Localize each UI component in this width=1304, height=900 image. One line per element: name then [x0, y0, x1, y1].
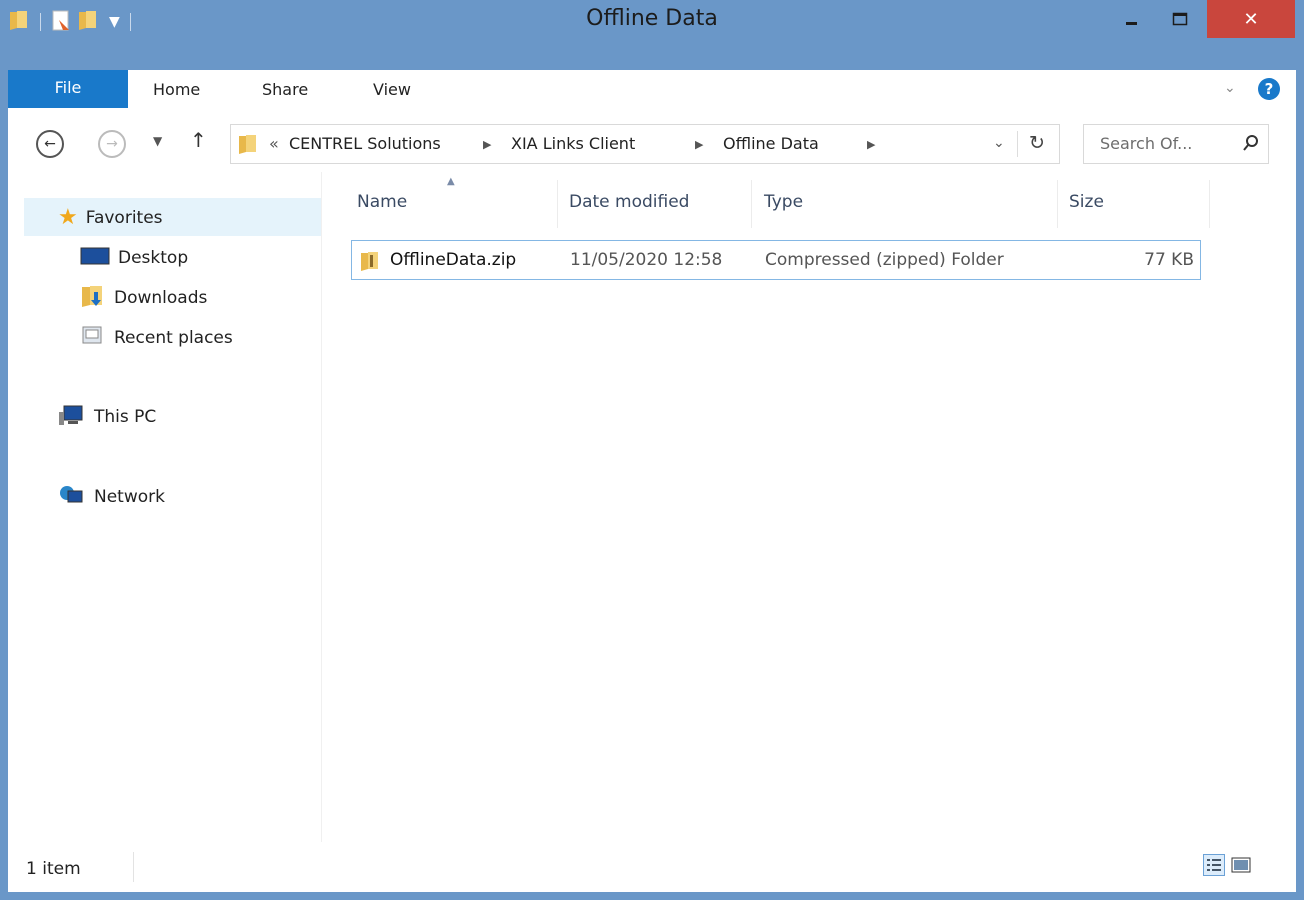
large-icons-view-button[interactable] — [1230, 854, 1252, 876]
downloads-icon — [80, 284, 106, 313]
ribbon-tabs: File Home Share View ⌄ ? — [8, 70, 1296, 111]
refresh-icon[interactable]: ↻ — [1029, 132, 1045, 154]
nav-downloads[interactable]: Downloads — [80, 283, 207, 313]
maximize-button[interactable] — [1155, 0, 1205, 38]
address-dropdown-icon[interactable]: ⌄ — [993, 135, 1005, 151]
table-row[interactable]: OfflineData.zip 11/05/2020 12:58 Compres… — [351, 240, 1201, 280]
breadcrumb-separator-icon[interactable]: ▶ — [867, 138, 875, 151]
tab-share[interactable]: Share — [262, 70, 308, 110]
nav-network[interactable]: Network — [58, 482, 165, 512]
explorer-window: ▼ Offline Data ✕ File Home Share View ⌄ … — [0, 0, 1304, 900]
column-header-size[interactable]: Size — [1069, 192, 1104, 212]
file-list: ▲ Name Date modified Type Size OfflineDa… — [321, 172, 1296, 842]
recent-locations-icon[interactable]: ▼ — [153, 134, 162, 148]
status-divider — [133, 852, 134, 882]
status-bar: 1 item — [8, 842, 1296, 892]
column-divider[interactable] — [1057, 180, 1058, 228]
close-button[interactable]: ✕ — [1207, 0, 1295, 38]
desktop-icon — [80, 246, 110, 271]
breadcrumb-centrel-solutions[interactable]: CENTREL Solutions — [289, 134, 441, 153]
details-view-icon — [1207, 859, 1221, 871]
tab-file[interactable]: File — [8, 70, 128, 108]
back-arrow-icon: ← — [44, 136, 56, 152]
breadcrumb-separator-icon[interactable]: ▶ — [695, 138, 703, 151]
search-input[interactable]: Search Of... — [1100, 134, 1192, 153]
navigation-bar: ← → ▼ ↑ « CENTREL Solutions ▶ XIA Links … — [8, 110, 1296, 172]
search-icon[interactable] — [1242, 133, 1260, 157]
address-bar[interactable]: « CENTREL Solutions ▶ XIA Links Client ▶… — [230, 124, 1060, 164]
column-divider[interactable] — [557, 180, 558, 228]
file-type: Compressed (zipped) Folder — [765, 250, 1004, 270]
nav-network-label: Network — [94, 487, 165, 507]
file-size: 77 KB — [1144, 250, 1194, 270]
search-box[interactable]: Search Of... — [1083, 124, 1269, 164]
nav-recent-places-label: Recent places — [114, 328, 233, 348]
minimize-button[interactable] — [1109, 0, 1155, 38]
forward-arrow-icon: → — [106, 136, 118, 152]
file-date-modified: 11/05/2020 12:58 — [570, 250, 723, 270]
nav-favorites[interactable]: ★ Favorites — [58, 203, 163, 233]
close-icon: ✕ — [1243, 8, 1259, 30]
content-area: ★ Favorites Desktop Downloads Recent pla… — [8, 172, 1296, 842]
column-divider[interactable] — [1209, 180, 1210, 228]
computer-icon — [58, 403, 86, 432]
item-count: 1 item — [26, 859, 81, 879]
nav-this-pc[interactable]: This PC — [58, 402, 156, 432]
large-icons-view-icon — [1231, 857, 1251, 873]
column-header-type[interactable]: Type — [764, 192, 803, 212]
recent-places-icon — [80, 324, 106, 353]
nav-desktop[interactable]: Desktop — [80, 243, 188, 273]
details-view-button[interactable] — [1203, 854, 1225, 876]
sort-ascending-icon: ▲ — [447, 176, 455, 187]
help-icon[interactable]: ? — [1258, 78, 1280, 100]
tab-view[interactable]: View — [373, 70, 411, 110]
forward-button[interactable]: → — [98, 130, 126, 158]
star-icon: ★ — [58, 205, 78, 230]
file-name[interactable]: OfflineData.zip — [390, 250, 516, 270]
navigation-pane: ★ Favorites Desktop Downloads Recent pla… — [8, 172, 322, 842]
back-button[interactable]: ← — [36, 130, 64, 158]
network-icon — [58, 483, 86, 512]
breadcrumb-separator-icon[interactable]: ▶ — [483, 138, 491, 151]
column-divider[interactable] — [751, 180, 752, 228]
up-arrow-icon[interactable]: ↑ — [190, 128, 207, 152]
breadcrumb-overflow[interactable]: « — [269, 134, 279, 153]
nav-favorites-label: Favorites — [85, 208, 163, 228]
expand-ribbon-icon[interactable]: ⌄ — [1224, 80, 1236, 96]
tab-home[interactable]: Home — [153, 70, 200, 110]
folder-icon — [237, 132, 259, 160]
breadcrumb-xia-links-client[interactable]: XIA Links Client — [511, 134, 635, 153]
nav-downloads-label: Downloads — [114, 288, 208, 308]
nav-this-pc-label: This PC — [94, 407, 157, 427]
title-bar: ▼ Offline Data ✕ — [0, 0, 1304, 70]
zip-folder-icon — [359, 249, 381, 277]
breadcrumb-offline-data[interactable]: Offline Data — [723, 134, 819, 153]
column-header-date-modified[interactable]: Date modified — [569, 192, 689, 212]
nav-recent-places[interactable]: Recent places — [80, 323, 233, 353]
nav-desktop-label: Desktop — [118, 248, 189, 268]
column-header-name[interactable]: Name — [357, 192, 407, 212]
